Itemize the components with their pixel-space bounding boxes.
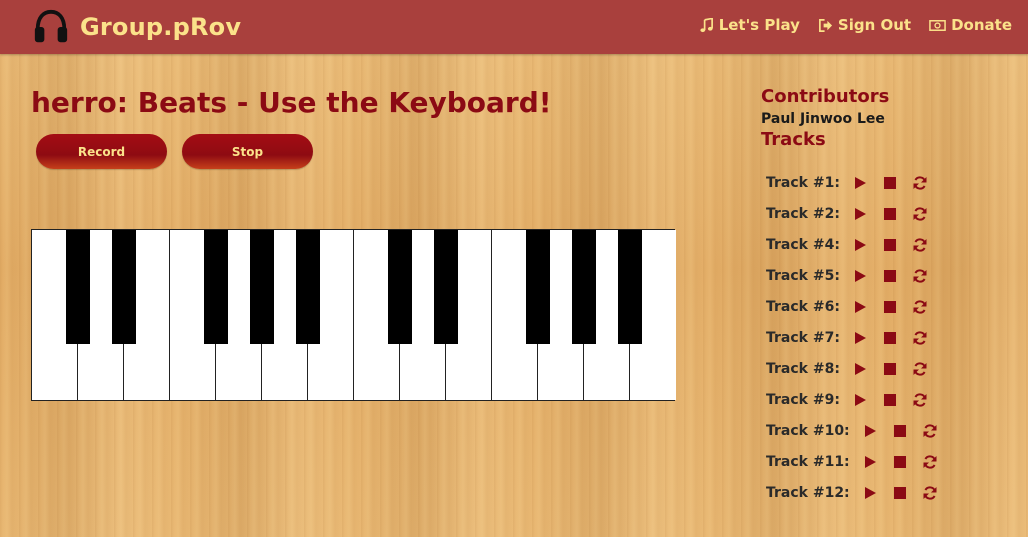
- track-label: Track #2:: [766, 206, 840, 222]
- black-key[interactable]: [204, 230, 228, 344]
- track-row: Track #2:: [766, 203, 942, 225]
- refresh-icon[interactable]: [922, 423, 938, 439]
- track-label: Track #12:: [766, 485, 850, 501]
- refresh-icon[interactable]: [912, 175, 928, 191]
- track-label: Track #5:: [766, 268, 840, 284]
- brand[interactable]: Group.pRov: [32, 7, 241, 47]
- track-label: Track #10:: [766, 423, 850, 439]
- record-button[interactable]: Record: [36, 134, 167, 169]
- black-key[interactable]: [112, 230, 136, 344]
- piano-keyboard[interactable]: [31, 229, 676, 401]
- stop-icon[interactable]: [882, 392, 898, 408]
- refresh-icon[interactable]: [922, 485, 938, 501]
- stop-icon[interactable]: [882, 361, 898, 377]
- black-key[interactable]: [250, 230, 274, 344]
- track-label: Track #7:: [766, 330, 840, 346]
- track-row: Track #10:: [766, 420, 952, 442]
- stop-icon[interactable]: [882, 299, 898, 315]
- music-note-icon: [700, 17, 713, 32]
- play-icon[interactable]: [852, 268, 868, 284]
- black-key[interactable]: [296, 230, 320, 344]
- black-key[interactable]: [572, 230, 596, 344]
- contributors-heading: Contributors: [761, 86, 890, 107]
- nav-lets-play[interactable]: Let's Play: [699, 16, 800, 34]
- play-icon[interactable]: [862, 423, 878, 439]
- refresh-icon[interactable]: [922, 454, 938, 470]
- stop-icon[interactable]: [882, 268, 898, 284]
- sidebar: Contributors Paul Jinwoo Lee Tracks Trac…: [761, 86, 1011, 501]
- track-label: Track #9:: [766, 392, 840, 408]
- track-row: Track #7:: [766, 327, 942, 349]
- play-icon[interactable]: [852, 361, 868, 377]
- refresh-icon[interactable]: [912, 206, 928, 222]
- tracks-heading: Tracks: [761, 129, 826, 150]
- refresh-icon[interactable]: [912, 299, 928, 315]
- track-label: Track #6:: [766, 299, 840, 315]
- play-icon[interactable]: [852, 175, 868, 191]
- black-key[interactable]: [388, 230, 412, 344]
- refresh-icon[interactable]: [912, 268, 928, 284]
- stop-icon[interactable]: [892, 454, 908, 470]
- black-key[interactable]: [526, 230, 550, 344]
- refresh-icon[interactable]: [912, 330, 928, 346]
- black-key[interactable]: [618, 230, 642, 344]
- track-label: Track #1:: [766, 175, 840, 191]
- navbar: Group.pRov Let's Play Sign Out Donate: [0, 0, 1028, 54]
- sign-out-icon: [818, 18, 832, 32]
- play-icon[interactable]: [862, 454, 878, 470]
- brand-title: Group.pRov: [80, 13, 242, 41]
- track-row: Track #12:: [766, 482, 952, 504]
- nav-lets-play-label: Let's Play: [718, 16, 800, 34]
- black-key[interactable]: [66, 230, 90, 344]
- track-row: Track #6:: [766, 296, 942, 318]
- stop-icon[interactable]: [882, 175, 898, 191]
- nav-sign-out-label: Sign Out: [837, 16, 912, 34]
- page-title: herro: Beats - Use the Keyboard!: [31, 86, 552, 119]
- track-row: Track #5:: [766, 265, 942, 287]
- nav-donate-label: Donate: [951, 16, 1012, 34]
- play-icon[interactable]: [852, 237, 868, 253]
- track-label: Track #8:: [766, 361, 840, 377]
- play-icon[interactable]: [852, 299, 868, 315]
- nav-sign-out[interactable]: Sign Out: [818, 16, 911, 34]
- stop-icon[interactable]: [882, 237, 898, 253]
- nav-links: Let's Play Sign Out Donate: [681, 0, 1012, 50]
- stop-icon[interactable]: [882, 206, 898, 222]
- track-label: Track #4:: [766, 237, 840, 253]
- headphones-icon: [34, 9, 68, 43]
- contributor-name: Paul Jinwoo Lee: [761, 111, 885, 127]
- stop-button[interactable]: Stop: [182, 134, 313, 169]
- money-icon: [929, 19, 946, 31]
- refresh-icon[interactable]: [912, 392, 928, 408]
- play-icon[interactable]: [852, 392, 868, 408]
- track-row: Track #4:: [766, 234, 942, 256]
- play-icon[interactable]: [862, 485, 878, 501]
- stop-icon[interactable]: [892, 423, 908, 439]
- track-label: Track #11:: [766, 454, 850, 470]
- refresh-icon[interactable]: [912, 237, 928, 253]
- play-icon[interactable]: [852, 206, 868, 222]
- black-key[interactable]: [434, 230, 458, 344]
- nav-donate[interactable]: Donate: [929, 16, 1012, 34]
- stop-icon[interactable]: [882, 330, 898, 346]
- track-row: Track #8:: [766, 358, 942, 380]
- stop-icon[interactable]: [892, 485, 908, 501]
- refresh-icon[interactable]: [912, 361, 928, 377]
- track-row: Track #11:: [766, 451, 952, 473]
- play-icon[interactable]: [852, 330, 868, 346]
- track-row: Track #1:: [766, 172, 942, 194]
- track-row: Track #9:: [766, 389, 942, 411]
